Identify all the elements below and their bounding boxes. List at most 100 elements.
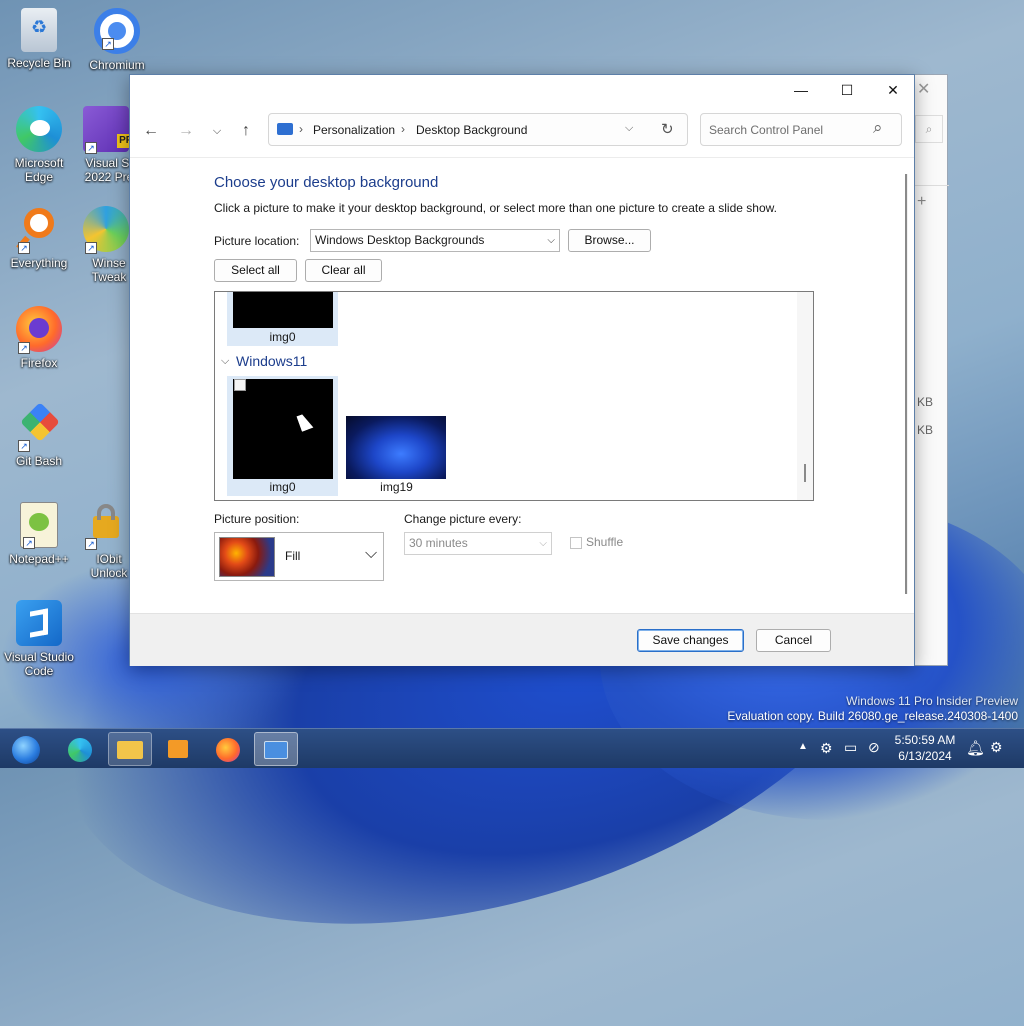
picture-location-select[interactable]: Windows Desktop Backgrounds ⌵ <box>310 229 560 252</box>
everything-search-icon: ↗ <box>16 206 62 254</box>
breadcrumb-item-desktop-background[interactable]: Desktop Background <box>416 123 527 137</box>
search-box[interactable]: Search Control Panel ⌕ <box>700 113 902 146</box>
position-preview-thumbnail <box>219 537 275 577</box>
desktop-icon-iobit-unlocker[interactable]: ↗ IObit Unlock <box>81 502 131 580</box>
clock[interactable]: 5:50:59 AM 6/13/2024 <box>890 732 960 772</box>
cancel-button[interactable]: Cancel <box>756 629 831 652</box>
minimize-button[interactable]: — <box>778 75 824 105</box>
group-title-windows11[interactable]: Windows11 <box>236 353 307 369</box>
control-panel-icon <box>277 123 293 135</box>
desktop-icon-label: Microsoft Edge <box>14 156 64 184</box>
scrollbar-thumb[interactable] <box>804 464 806 482</box>
taskbar-edge[interactable] <box>58 732 102 766</box>
group-collapse-chevron-icon[interactable]: ⌵ <box>221 355 229 368</box>
picture-tile[interactable]: img19 <box>341 376 452 496</box>
picture-tile[interactable]: img0 <box>227 376 338 496</box>
clear-all-button[interactable]: Clear all <box>305 259 382 282</box>
taskbar-firefox[interactable] <box>206 732 250 766</box>
picture-name: img19 <box>380 480 413 494</box>
desktop-icon-chromium[interactable]: ↗ Chromium <box>81 8 153 72</box>
network-disconnected-icon[interactable]: ⊘ <box>868 739 880 779</box>
forward-arrow-icon[interactable]: → <box>173 119 199 143</box>
content-scrollbar[interactable] <box>905 174 908 594</box>
desktop-icon-recycle-bin[interactable]: ♻ Recycle Bin <box>3 8 75 70</box>
close-button[interactable]: ✕ <box>870 75 916 105</box>
desktop-icon-label: Recycle Bin <box>7 56 71 70</box>
start-button[interactable] <box>4 732 48 766</box>
shuffle-label: Shuffle <box>586 535 624 549</box>
desktop-background-window: — ☐ ✕ ← → ⌵ ↑ › Personalization › Deskto… <box>129 74 915 666</box>
picture-gallery[interactable]: img0 ⌵ Windows11 img0 img19 <box>214 291 814 501</box>
scrollbar-thumb[interactable] <box>905 174 907 594</box>
taskbar-control-panel[interactable] <box>254 732 298 766</box>
desktop-icon-label: Winse Tweak <box>91 256 127 284</box>
desktop-icon-firefox[interactable]: ↗ Firefox <box>3 306 75 370</box>
browse-button[interactable]: Browse... <box>568 229 651 252</box>
size-label: KB <box>917 395 934 409</box>
chevron-down-icon: ⌵ <box>547 235 555 246</box>
picture-thumbnail <box>233 292 333 328</box>
windows-orb-icon <box>12 736 40 764</box>
desktop-icon-label: Firefox <box>20 356 58 370</box>
taskbar-file-explorer[interactable] <box>108 732 152 766</box>
chevron-down-icon: ⌵ <box>365 545 378 562</box>
save-changes-button[interactable]: Save changes <box>637 629 744 652</box>
picture-tile[interactable]: img0 <box>227 292 338 346</box>
title-bar[interactable]: — ☐ ✕ <box>130 75 914 107</box>
desktop-icon-label: Visual St 2022 Pre <box>84 156 131 184</box>
desktop-icon-visual-studio-2022[interactable]: PR ↗ Visual St 2022 Pre <box>81 106 131 184</box>
picture-location-label: Picture location: <box>214 234 300 248</box>
refresh-icon[interactable]: ↻ <box>661 120 674 138</box>
desktop-icon-everything[interactable]: ↗ Everything <box>3 206 75 270</box>
display-icon[interactable]: ▭ <box>844 739 857 779</box>
network-settings-icon[interactable]: ⚙ <box>820 740 833 780</box>
breadcrumb-item-personalization[interactable]: Personalization <box>313 123 395 137</box>
picture-position-select[interactable]: Fill ⌵ <box>214 532 384 581</box>
firefox-icon <box>216 738 240 762</box>
close-icon[interactable]: ✕ <box>917 79 930 99</box>
plus-icon[interactable]: + <box>917 193 926 211</box>
picture-position-value: Fill <box>285 549 301 563</box>
action-center-icon[interactable]: ⚙ <box>990 739 1003 779</box>
desktop-icon-microsoft-edge[interactable]: Microsoft Edge <box>3 106 75 184</box>
picture-name: img0 <box>269 330 296 344</box>
desktop-icon-visual-studio-code[interactable]: Visual Studio Code <box>3 600 75 678</box>
taskbar: ▲ ⚙ ▭ ⊘ 5:50:59 AM 6/13/2024 🔔︎ ⚙ <box>0 728 1024 768</box>
desktop-icon-notepad-plus-plus[interactable]: ↗ Notepad++ <box>3 502 75 566</box>
recent-locations-chevron-icon[interactable]: ⌵ <box>204 119 230 143</box>
desktop-icon-label: Chromium <box>89 58 145 72</box>
notification-bell-icon[interactable]: 🔔︎ <box>966 739 985 779</box>
notepad-plus-plus-icon: ↗ <box>20 502 58 549</box>
desktop-icon-label: Notepad++ <box>9 552 69 566</box>
shuffle-checkbox[interactable] <box>570 537 582 549</box>
desktop-icon-winsetweak[interactable]: ↗ Winse Tweak <box>81 206 131 284</box>
gallery-scrollbar[interactable] <box>797 292 813 500</box>
search-input[interactable]: Search Control Panel <box>709 123 823 137</box>
picture-position-label: Picture position: <box>214 512 300 526</box>
taskbar-media-player[interactable] <box>156 732 200 766</box>
edge-icon <box>16 106 62 152</box>
desktop-icon-label: IObit Unlock <box>90 552 128 580</box>
maximize-button[interactable]: ☐ <box>824 75 870 105</box>
control-panel-icon <box>264 741 288 759</box>
address-dropdown-chevron-icon[interactable]: ⌵ <box>625 122 633 135</box>
winsetweak-icon: ↗ <box>83 206 129 254</box>
select-all-button[interactable]: Select all <box>214 259 297 282</box>
size-label: KB <box>917 423 934 437</box>
visual-studio-icon: PR ↗ <box>83 106 131 154</box>
page-description: Click a picture to make it your desktop … <box>214 201 777 215</box>
search-icon[interactable]: ⌕ <box>873 118 883 138</box>
back-arrow-icon[interactable]: ← <box>138 119 164 143</box>
firefox-icon: ↗ <box>16 306 62 354</box>
breadcrumb-separator-icon: › <box>299 122 303 136</box>
picture-checkbox[interactable] <box>234 379 246 391</box>
desktop-icon-git-bash[interactable]: ↗ Git Bash <box>3 402 75 468</box>
dialog-footer: Save changes Cancel <box>130 613 914 666</box>
show-hidden-icons-icon[interactable]: ▲ <box>798 741 808 781</box>
up-arrow-icon[interactable]: ↑ <box>233 119 259 143</box>
search-icon[interactable]: ⌕ <box>915 115 943 143</box>
change-picture-select[interactable]: 30 minutes ⌵ <box>404 532 552 555</box>
address-bar[interactable]: › Personalization › Desktop Background ⌵… <box>268 113 688 146</box>
breadcrumb-separator-icon: › <box>401 122 405 136</box>
picture-thumbnail <box>346 416 446 479</box>
